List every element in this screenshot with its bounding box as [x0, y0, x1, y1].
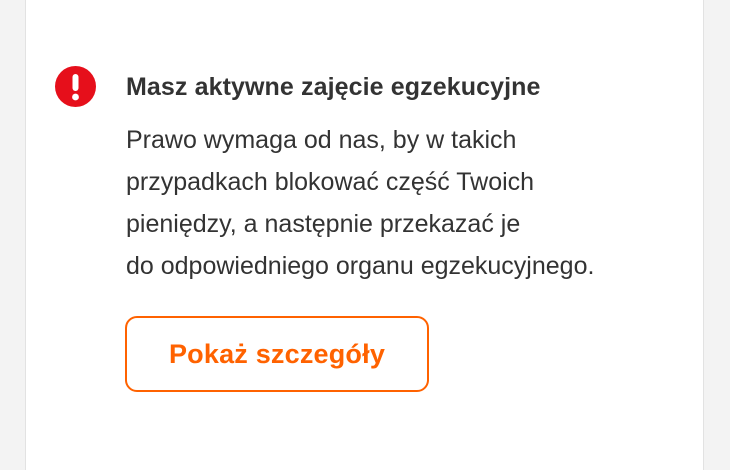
- alert-message-line: do odpowiedniego organu egzekucyjnego.: [126, 252, 595, 280]
- exclamation-glyph: [72, 74, 79, 101]
- alert-message-line: przypadkach blokować część Twoich: [126, 168, 535, 196]
- exclamation-icon: [55, 66, 96, 107]
- alert-message-line: pieniędzy, a następnie przekazać je: [126, 210, 521, 238]
- alert-message-line: Prawo wymaga od nas, by w takich: [126, 126, 517, 154]
- alert-title: Masz aktywne zajęcie egzekucyjne: [126, 73, 541, 101]
- alert-message: Prawo wymaga od nas, by w takich przypad…: [126, 119, 696, 287]
- show-details-button[interactable]: Pokaż szczegóły: [125, 316, 429, 392]
